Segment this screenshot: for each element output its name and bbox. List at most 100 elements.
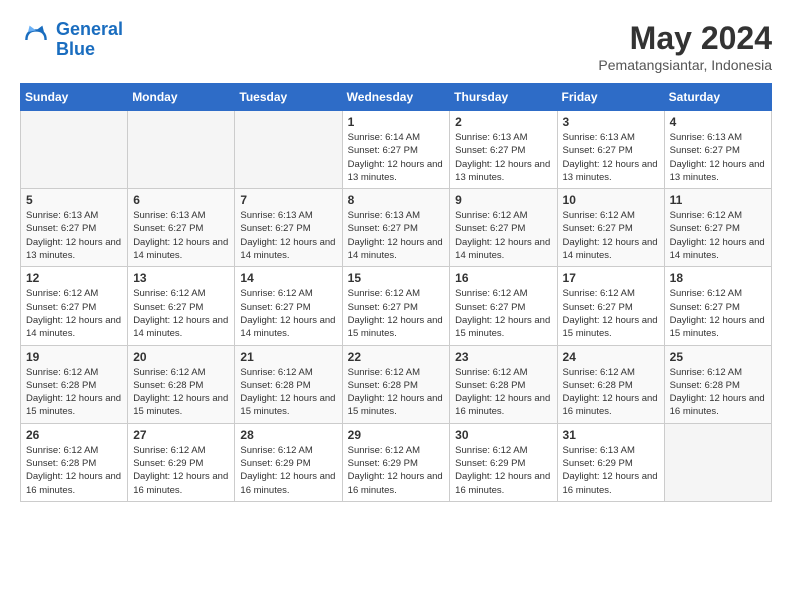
calendar-cell: 21Sunrise: 6:12 AMSunset: 6:28 PMDayligh…: [235, 345, 342, 423]
day-number: 20: [133, 350, 229, 364]
calendar-cell: 8 Sunrise: 6:13 AMSunset: 6:27 PMDaylight…: [342, 189, 450, 267]
calendar-cell: 14 Sunrise: 6:12 AMSunset: 6:27 PMDayligh…: [235, 267, 342, 345]
day-info: Sunrise: 6:12 AMSunset: 6:27 PMDaylight:…: [670, 287, 766, 340]
day-info: Sunrise: 6:12 AMSunset: 6:27 PMDaylight:…: [133, 287, 229, 340]
day-info: Sunrise: 6:12 AMSunset: 6:29 PMDaylight:…: [240, 444, 336, 497]
calendar-cell: 29 Sunrise: 6:12 AMSunset: 6:29 PMDayligh…: [342, 423, 450, 501]
calendar-cell: 9 Sunrise: 6:12 AMSunset: 6:27 PMDaylight…: [450, 189, 557, 267]
weekday-header: Tuesday: [235, 84, 342, 111]
day-number: 17: [563, 271, 659, 285]
weekday-header: Monday: [128, 84, 235, 111]
day-number: 25: [670, 350, 766, 364]
weekday-header: Friday: [557, 84, 664, 111]
day-number: 29: [348, 428, 445, 442]
day-number: 11: [670, 193, 766, 207]
calendar-cell: 11 Sunrise: 6:12 AMSunset: 6:27 PMDayligh…: [664, 189, 771, 267]
calendar-week-row: 1 Sunrise: 6:14 AMSunset: 6:27 PMDaylight…: [21, 111, 772, 189]
calendar-cell: 10Sunrise: 6:12 AMSunset: 6:27 PMDayligh…: [557, 189, 664, 267]
weekday-header-row: SundayMondayTuesdayWednesdayThursdayFrid…: [21, 84, 772, 111]
calendar-cell: 22 Sunrise: 6:12 AMSunset: 6:28 PMDayligh…: [342, 345, 450, 423]
calendar-cell: 13 Sunrise: 6:12 AMSunset: 6:27 PMDayligh…: [128, 267, 235, 345]
calendar-cell: 26Sunrise: 6:12 AMSunset: 6:28 PMDayligh…: [21, 423, 128, 501]
calendar-cell: 3 Sunrise: 6:13 AMSunset: 6:27 PMDaylight…: [557, 111, 664, 189]
day-number: 31: [563, 428, 659, 442]
day-number: 13: [133, 271, 229, 285]
calendar-week-row: 12 Sunrise: 6:12 AMSunset: 6:27 PMDayligh…: [21, 267, 772, 345]
day-number: 1: [348, 115, 445, 129]
weekday-header: Saturday: [664, 84, 771, 111]
calendar-cell: 6 Sunrise: 6:13 AMSunset: 6:27 PMDaylight…: [128, 189, 235, 267]
calendar-cell: 27Sunrise: 6:12 AMSunset: 6:29 PMDayligh…: [128, 423, 235, 501]
calendar-cell: 16 Sunrise: 6:12 AMSunset: 6:27 PMDayligh…: [450, 267, 557, 345]
day-info: Sunrise: 6:13 AMSunset: 6:27 PMDaylight:…: [670, 131, 766, 184]
day-number: 12: [26, 271, 122, 285]
page-header: General Blue May 2024 Pematangsiantar, I…: [20, 20, 772, 73]
calendar-cell: 19Sunrise: 6:12 AMSunset: 6:28 PMDayligh…: [21, 345, 128, 423]
calendar-cell: 12 Sunrise: 6:12 AMSunset: 6:27 PMDayligh…: [21, 267, 128, 345]
calendar-cell: 20 Sunrise: 6:12 AMSunset: 6:28 PMDayligh…: [128, 345, 235, 423]
day-number: 7: [240, 193, 336, 207]
day-number: 22: [348, 350, 445, 364]
day-info: Sunrise: 6:13 AMSunset: 6:27 PMDaylight:…: [563, 131, 659, 184]
logo-text: General Blue: [56, 20, 123, 60]
day-info: Sunrise: 6:12 AMSunset: 6:27 PMDaylight:…: [455, 209, 551, 262]
day-info: Sunrise: 6:13 AMSunset: 6:27 PMDaylight:…: [26, 209, 122, 262]
day-number: 23: [455, 350, 551, 364]
day-number: 16: [455, 271, 551, 285]
day-info: Sunrise: 6:12 AMSunset: 6:27 PMDaylight:…: [670, 209, 766, 262]
day-number: 14: [240, 271, 336, 285]
weekday-header: Thursday: [450, 84, 557, 111]
day-info: Sunrise: 6:12 AMSunset: 6:27 PMDaylight:…: [348, 287, 445, 340]
day-number: 2: [455, 115, 551, 129]
day-info: Sunrise: 6:12 AMSunset: 6:29 PMDaylight:…: [348, 444, 445, 497]
day-number: 30: [455, 428, 551, 442]
calendar-cell: 7 Sunrise: 6:13 AMSunset: 6:27 PMDaylight…: [235, 189, 342, 267]
day-info: Sunrise: 6:12 AMSunset: 6:27 PMDaylight:…: [240, 287, 336, 340]
calendar-cell: 1 Sunrise: 6:14 AMSunset: 6:27 PMDaylight…: [342, 111, 450, 189]
day-info: Sunrise: 6:14 AMSunset: 6:27 PMDaylight:…: [348, 131, 445, 184]
logo: General Blue: [20, 20, 123, 60]
calendar-table: SundayMondayTuesdayWednesdayThursdayFrid…: [20, 83, 772, 502]
day-number: 6: [133, 193, 229, 207]
logo-icon: [20, 24, 52, 56]
day-number: 3: [563, 115, 659, 129]
calendar-cell: [664, 423, 771, 501]
calendar-cell: 31 Sunrise: 6:13 AMSunset: 6:29 PMDayligh…: [557, 423, 664, 501]
calendar-week-row: 26Sunrise: 6:12 AMSunset: 6:28 PMDayligh…: [21, 423, 772, 501]
day-number: 5: [26, 193, 122, 207]
day-info: Sunrise: 6:13 AMSunset: 6:27 PMDaylight:…: [133, 209, 229, 262]
calendar-cell: 4 Sunrise: 6:13 AMSunset: 6:27 PMDaylight…: [664, 111, 771, 189]
calendar-cell: 24 Sunrise: 6:12 AMSunset: 6:28 PMDayligh…: [557, 345, 664, 423]
calendar-cell: 28Sunrise: 6:12 AMSunset: 6:29 PMDayligh…: [235, 423, 342, 501]
calendar-week-row: 5 Sunrise: 6:13 AMSunset: 6:27 PMDaylight…: [21, 189, 772, 267]
day-number: 27: [133, 428, 229, 442]
day-info: Sunrise: 6:12 AMSunset: 6:28 PMDaylight:…: [26, 366, 122, 419]
day-info: Sunrise: 6:12 AMSunset: 6:27 PMDaylight:…: [563, 287, 659, 340]
day-number: 21: [240, 350, 336, 364]
day-number: 26: [26, 428, 122, 442]
day-number: 9: [455, 193, 551, 207]
month-title: May 2024: [598, 20, 772, 57]
day-info: Sunrise: 6:12 AMSunset: 6:27 PMDaylight:…: [26, 287, 122, 340]
day-number: 8: [348, 193, 445, 207]
calendar-cell: 25Sunrise: 6:12 AMSunset: 6:28 PMDayligh…: [664, 345, 771, 423]
day-info: Sunrise: 6:13 AMSunset: 6:27 PMDaylight:…: [455, 131, 551, 184]
calendar-cell: 2 Sunrise: 6:13 AMSunset: 6:27 PMDaylight…: [450, 111, 557, 189]
calendar-cell: 15Sunrise: 6:12 AMSunset: 6:27 PMDayligh…: [342, 267, 450, 345]
day-info: Sunrise: 6:13 AMSunset: 6:27 PMDaylight:…: [240, 209, 336, 262]
day-number: 10: [563, 193, 659, 207]
day-info: Sunrise: 6:12 AMSunset: 6:29 PMDaylight:…: [455, 444, 551, 497]
day-info: Sunrise: 6:12 AMSunset: 6:27 PMDaylight:…: [455, 287, 551, 340]
day-info: Sunrise: 6:12 AMSunset: 6:28 PMDaylight:…: [133, 366, 229, 419]
day-number: 24: [563, 350, 659, 364]
day-info: Sunrise: 6:13 AMSunset: 6:27 PMDaylight:…: [348, 209, 445, 262]
day-info: Sunrise: 6:12 AMSunset: 6:28 PMDaylight:…: [348, 366, 445, 419]
day-info: Sunrise: 6:12 AMSunset: 6:28 PMDaylight:…: [563, 366, 659, 419]
day-number: 4: [670, 115, 766, 129]
day-info: Sunrise: 6:13 AMSunset: 6:29 PMDaylight:…: [563, 444, 659, 497]
calendar-cell: 18Sunrise: 6:12 AMSunset: 6:27 PMDayligh…: [664, 267, 771, 345]
title-block: May 2024 Pematangsiantar, Indonesia: [598, 20, 772, 73]
calendar-cell: [21, 111, 128, 189]
calendar-cell: [128, 111, 235, 189]
calendar-cell: 17 Sunrise: 6:12 AMSunset: 6:27 PMDayligh…: [557, 267, 664, 345]
